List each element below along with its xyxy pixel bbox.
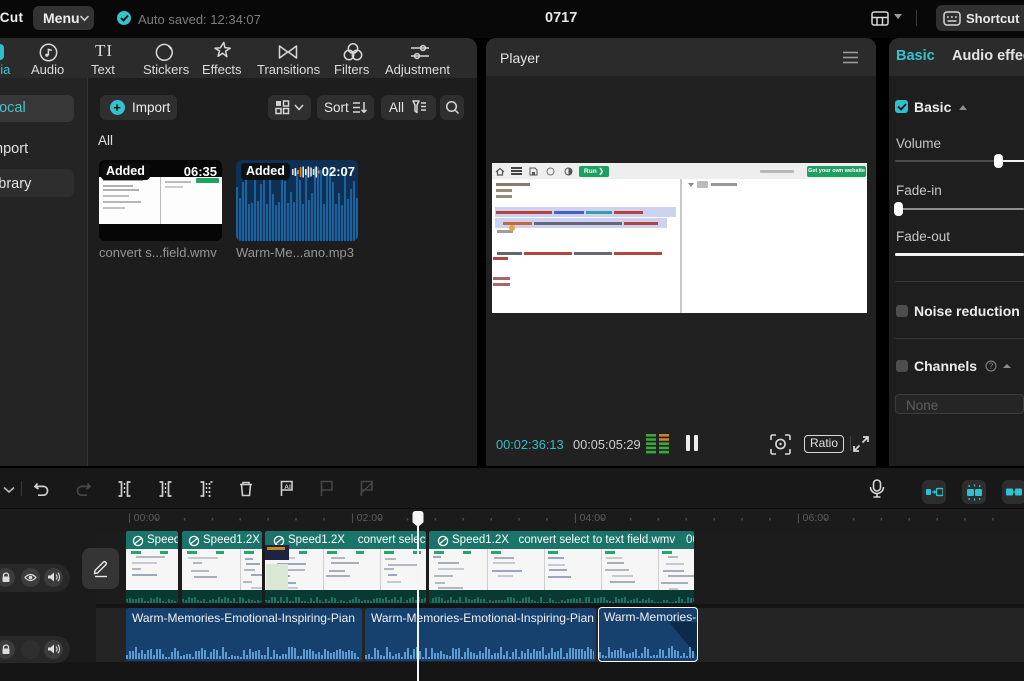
svg-text:?: ?: [989, 362, 994, 371]
svg-text:AI: AI: [284, 484, 291, 491]
